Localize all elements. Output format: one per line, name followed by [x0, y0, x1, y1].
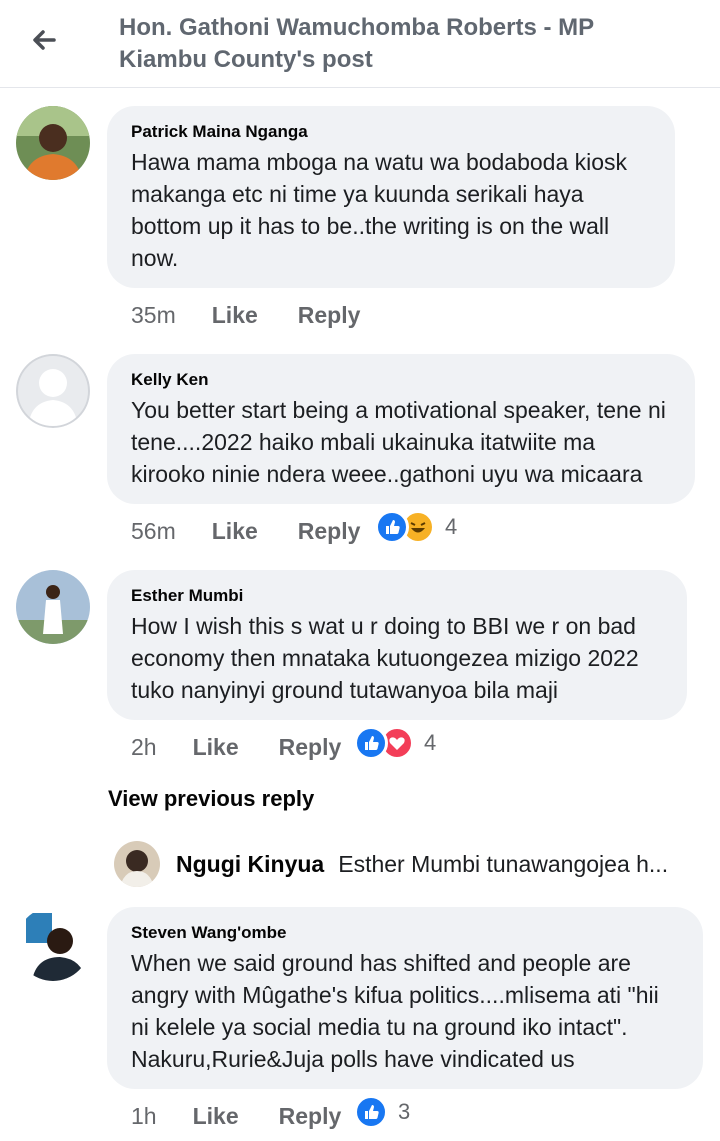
reaction-summary[interactable]: 4	[354, 725, 436, 761]
comment-author[interactable]: Esther Mumbi	[131, 584, 663, 608]
comment-bubble: Patrick Maina Nganga Hawa mama mboga na …	[107, 106, 675, 288]
avatar[interactable]	[16, 106, 90, 180]
reply-author[interactable]: Ngugi Kinyua	[176, 851, 324, 878]
reply-button[interactable]: Reply	[298, 302, 361, 329]
like-icon	[354, 1095, 388, 1129]
reply-button[interactable]: Reply	[298, 518, 361, 545]
view-previous-reply-link[interactable]: View previous reply	[108, 786, 314, 812]
page-title: Hon. Gathoni Wamuchomba Roberts - MP Kia…	[119, 14, 594, 73]
comment-time[interactable]: 56m	[131, 518, 176, 545]
reaction-summary[interactable]: 3	[354, 1094, 410, 1130]
back-arrow-icon[interactable]	[28, 24, 60, 56]
comment-actions: 1h Like Reply	[131, 1098, 341, 1134]
comment-actions: 35m Like Reply	[131, 297, 360, 333]
avatar[interactable]	[16, 907, 90, 981]
like-button[interactable]: Like	[212, 302, 258, 329]
reaction-count: 4	[424, 730, 437, 755]
avatar[interactable]	[16, 354, 90, 428]
comment-text: When we said ground has shifted and peop…	[131, 950, 659, 1072]
reply-button[interactable]: Reply	[279, 1103, 342, 1130]
reaction-summary[interactable]: 4	[375, 509, 457, 545]
like-button[interactable]: Like	[193, 1103, 239, 1130]
comment-bubble: Esther Mumbi How I wish this s wat u r d…	[107, 570, 687, 720]
nested-reply[interactable]: Ngugi Kinyua Esther Mumbi tunawangojea h…	[114, 840, 694, 888]
reply-button[interactable]: Reply	[279, 734, 342, 761]
reply-text: Esther Mumbi tunawangojea h...	[338, 850, 669, 877]
like-button[interactable]: Like	[193, 734, 239, 761]
like-button[interactable]: Like	[212, 518, 258, 545]
post-header: Hon. Gathoni Wamuchomba Roberts - MP Kia…	[0, 0, 720, 88]
comment-time[interactable]: 35m	[131, 302, 176, 329]
avatar[interactable]	[114, 841, 160, 887]
comment-author[interactable]: Kelly Ken	[131, 368, 671, 392]
avatar[interactable]	[16, 570, 90, 644]
comment-time[interactable]: 2h	[131, 734, 157, 761]
like-icon	[354, 726, 388, 760]
comment-text: You better start being a motivational sp…	[131, 397, 666, 487]
comment-time[interactable]: 1h	[131, 1103, 157, 1130]
comment-text: Hawa mama mboga na watu wa bodaboda kios…	[131, 149, 628, 271]
comment-author[interactable]: Patrick Maina Nganga	[131, 120, 651, 144]
comment-actions: 56m Like Reply	[131, 513, 360, 549]
comment-actions: 2h Like Reply	[131, 729, 341, 765]
comment-bubble: Kelly Ken You better start being a motiv…	[107, 354, 695, 504]
reaction-count: 3	[398, 1099, 411, 1124]
reaction-count: 4	[445, 514, 458, 539]
comment-text: How I wish this s wat u r doing to BBI w…	[131, 613, 639, 703]
like-icon	[375, 510, 409, 544]
comment-author[interactable]: Steven Wang'ombe	[131, 921, 679, 945]
comment-bubble: Steven Wang'ombe When we said ground has…	[107, 907, 703, 1089]
